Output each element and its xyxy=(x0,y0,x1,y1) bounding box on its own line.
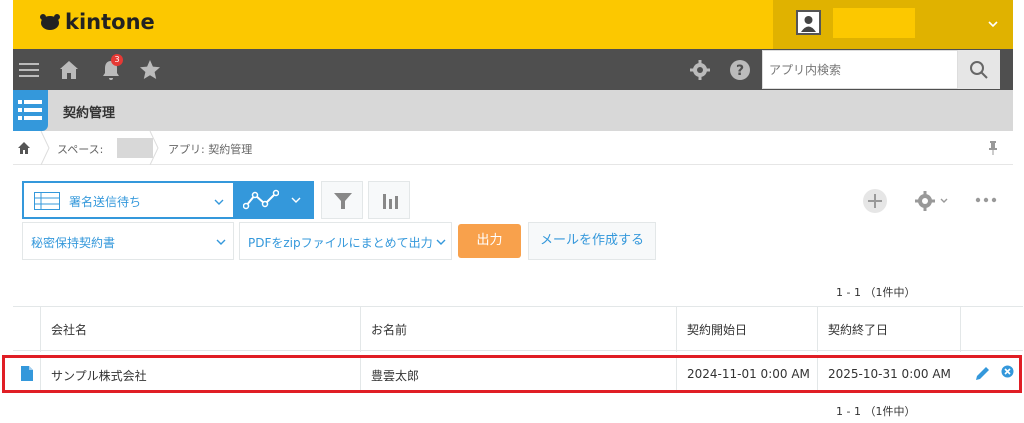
help-icon[interactable]: ? xyxy=(728,58,752,82)
global-nav: 3 ? アプリ内検索 xyxy=(13,49,1013,90)
compose-mail-button[interactable]: メールを作成する xyxy=(528,222,656,260)
column-header-company[interactable]: 会社名 xyxy=(40,307,360,352)
pin-icon[interactable] xyxy=(987,140,999,156)
breadcrumb-separator-icon xyxy=(40,131,50,165)
pager-top: 1 - 1 （1件中） xyxy=(836,286,916,299)
table-view-icon xyxy=(34,192,60,210)
cell-start-date: 2024-11-01 0:00 AM xyxy=(676,358,817,390)
column-header-name[interactable]: お名前 xyxy=(360,307,676,352)
graph-select-button[interactable] xyxy=(235,181,314,219)
user-icon xyxy=(798,12,819,33)
table-row-cells: サンプル株式会社 豊雲太郎 2024-11-01 0:00 AM 2025-10… xyxy=(16,358,1023,390)
app-search-input[interactable]: アプリ内検索 xyxy=(762,50,958,89)
home-icon[interactable] xyxy=(57,58,81,82)
star-icon[interactable] xyxy=(138,58,162,82)
kintone-page: kintone 3 ? アプリ内検索 契約管理 スペース: アプリ: 契約管理 … xyxy=(0,0,1024,423)
output-format-select[interactable]: PDFをzipファイルにまとめて出力 xyxy=(239,222,452,260)
document-type-value: 秘密保持契約書 xyxy=(31,236,116,250)
logo-text: kintone xyxy=(65,10,155,34)
space-name-redacted xyxy=(117,138,153,158)
more-options-icon[interactable] xyxy=(975,194,997,206)
line-graph-icon xyxy=(243,189,279,210)
filter-button[interactable] xyxy=(321,181,363,219)
notification-badge: 3 xyxy=(111,54,123,66)
list-app-icon xyxy=(18,100,42,120)
user-menu[interactable] xyxy=(773,0,1013,49)
edit-pencil-icon[interactable] xyxy=(974,365,991,382)
breadcrumb-separator-icon xyxy=(149,131,159,165)
view-select[interactable]: 署名送信待ち xyxy=(22,181,235,219)
svg-text:?: ? xyxy=(736,63,744,79)
app-settings-icon[interactable] xyxy=(913,189,951,213)
kintone-logo-icon xyxy=(40,14,60,30)
chevron-down-icon[interactable] xyxy=(987,18,999,30)
record-detail-icon[interactable] xyxy=(21,366,33,381)
gear-icon[interactable] xyxy=(688,58,712,82)
menu-icon[interactable] xyxy=(17,58,41,82)
chevron-down-icon xyxy=(214,199,224,205)
page-title: 契約管理 xyxy=(63,106,116,121)
pager-bottom: 1 - 1 （1件中） xyxy=(836,405,916,418)
column-header-actions xyxy=(960,307,1023,352)
document-type-select[interactable]: 秘密保持契約書 xyxy=(22,222,234,260)
view-name: 署名送信待ち xyxy=(69,195,142,209)
chevron-down-icon xyxy=(216,239,226,245)
app-icon xyxy=(13,90,48,131)
cell-end-date: 2025-10-31 0:00 AM xyxy=(817,358,960,390)
column-header-end-date[interactable]: 契約終了日 xyxy=(817,307,960,352)
cell-name: 豊雲太郎 xyxy=(360,358,676,390)
output-button[interactable]: 出力 xyxy=(458,224,521,258)
cell-company: サンプル株式会社 xyxy=(40,358,360,390)
output-format-value: PDFをzipファイルにまとめて出力 xyxy=(248,236,433,250)
filter-icon xyxy=(334,193,352,209)
avatar[interactable] xyxy=(796,10,821,35)
delete-icon[interactable] xyxy=(1001,365,1014,378)
chevron-down-icon xyxy=(436,239,446,245)
breadcrumb: スペース: アプリ: 契約管理 xyxy=(13,131,1013,165)
breadcrumb-space[interactable]: スペース: xyxy=(57,141,103,157)
bar-chart-icon xyxy=(383,194,398,209)
chart-button[interactable] xyxy=(368,181,410,219)
user-name-redacted xyxy=(833,8,915,38)
table-header: 会社名 お名前 契約開始日 契約終了日 xyxy=(13,306,1023,352)
app-title-bar: 契約管理 xyxy=(13,90,1013,131)
table-row[interactable]: サンプル株式会社 豊雲太郎 2024-11-01 0:00 AM 2025-10… xyxy=(2,355,1022,393)
home-icon[interactable] xyxy=(16,140,32,156)
chevron-down-icon xyxy=(291,197,301,203)
column-header-start-date[interactable]: 契約開始日 xyxy=(676,307,817,352)
search-icon xyxy=(970,61,988,79)
search-button[interactable] xyxy=(958,50,1000,89)
breadcrumb-app[interactable]: アプリ: 契約管理 xyxy=(168,141,252,157)
top-header: kintone xyxy=(13,0,1013,49)
add-record-icon[interactable] xyxy=(862,188,888,214)
kintone-logo[interactable]: kintone xyxy=(39,10,155,34)
